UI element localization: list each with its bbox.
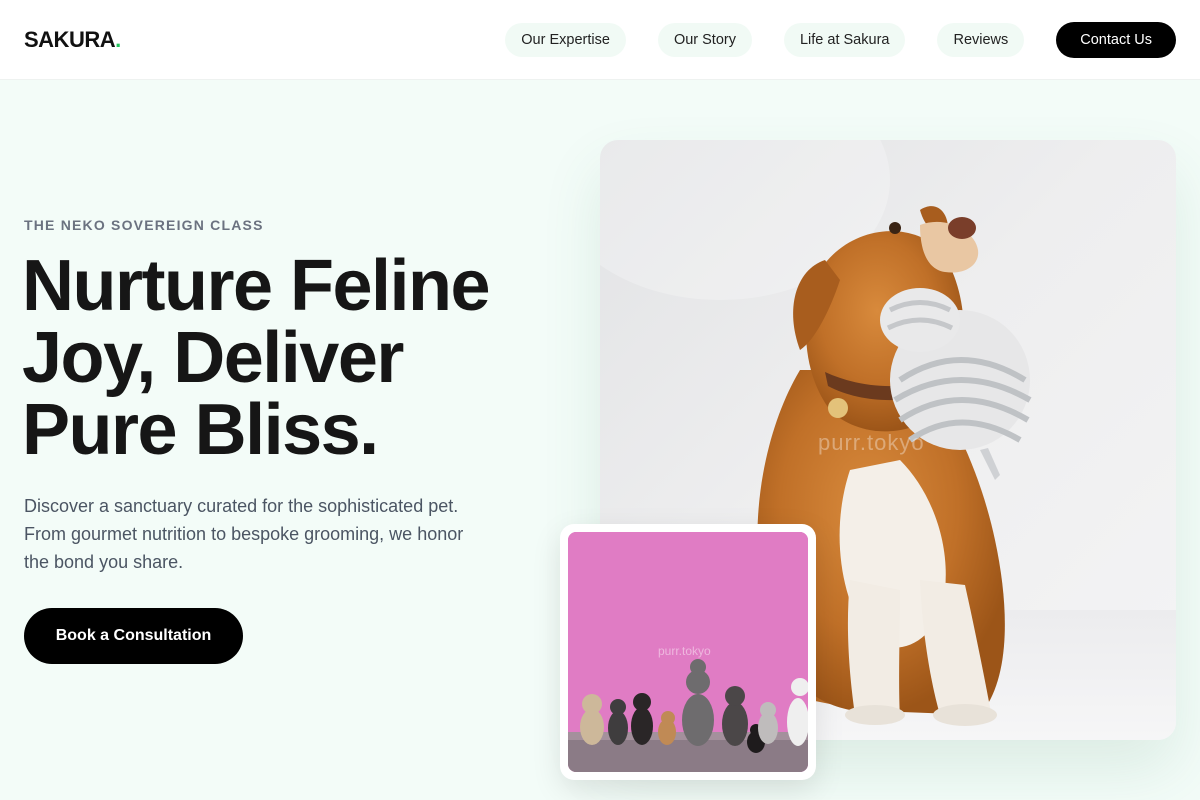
nav-item-life-at-sakura[interactable]: Life at Sakura (783, 22, 906, 57)
brand-name[interactable]: SAKURA (24, 27, 116, 52)
group-dogs-card: purr.tokyo (560, 524, 816, 780)
hero-subtext: Discover a sanctuary curated for the sop… (24, 496, 464, 572)
site-header: SAKURA. Our Expertise Our Story Life at … (0, 0, 1200, 80)
brand-dot: . (115, 26, 121, 52)
group-dogs-photo: purr.tokyo (568, 532, 808, 772)
headline-line-2: Joy, Deliver (22, 318, 404, 398)
hero-eyebrow: THE NEKO SOVEREIGN CLASS (24, 217, 264, 233)
main-photo-watermark: purr.tokyo (818, 430, 925, 455)
nav-item-our-story[interactable]: Our Story (657, 22, 752, 57)
brand-logo[interactable]: SAKURA. (24, 27, 121, 53)
headline-line-3: Pure Bliss. (22, 390, 379, 470)
book-consultation-button[interactable]: Book a Consultation (24, 608, 243, 664)
contact-us-button[interactable]: Contact Us (1056, 21, 1176, 58)
hero-headline: Nurture Feline Joy, Deliver Pure Bliss. (22, 250, 562, 466)
nav-item-reviews[interactable]: Reviews (937, 22, 1025, 57)
small-photo-watermark: purr.tokyo (658, 644, 711, 658)
nav-item-our-expertise[interactable]: Our Expertise (505, 22, 626, 57)
main-nav: Our Expertise Our Story Life at Sakura R… (505, 21, 1176, 58)
headline-line-1: Nurture Feline (22, 246, 491, 326)
